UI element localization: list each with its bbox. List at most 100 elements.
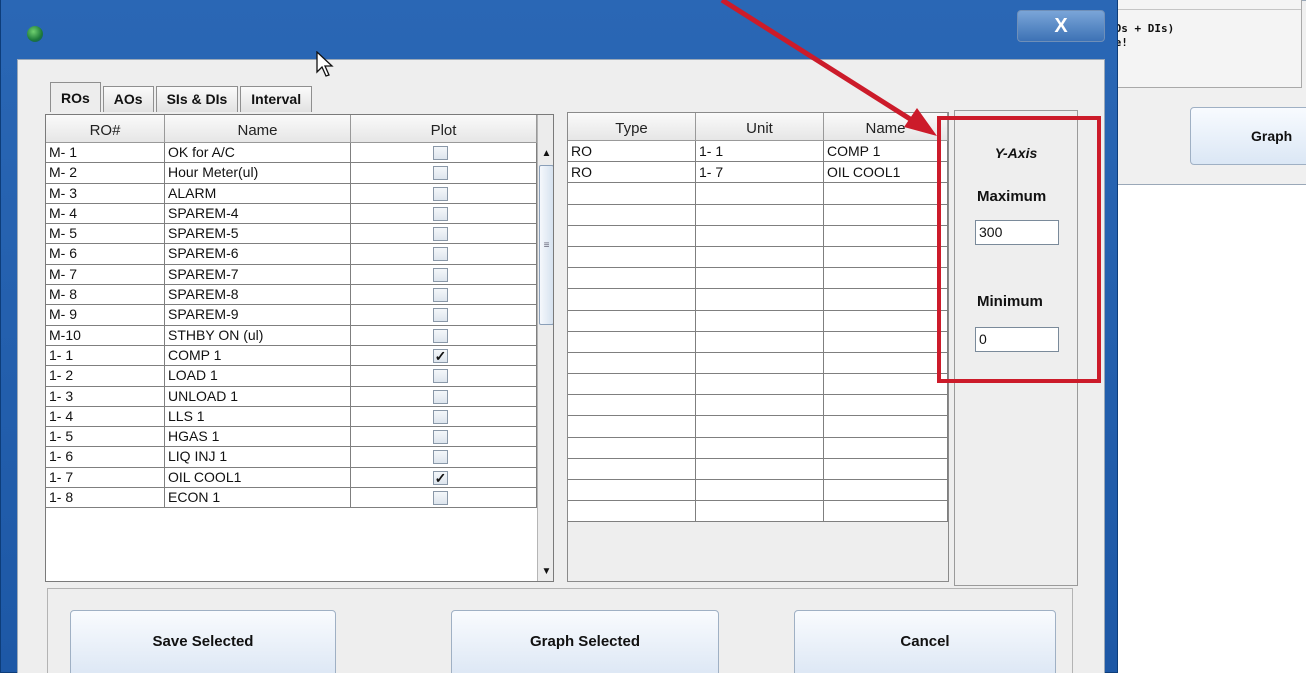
plot-checkbox[interactable] — [433, 308, 448, 323]
table-row[interactable] — [568, 416, 948, 438]
type-cell — [568, 310, 696, 331]
plot-checkbox[interactable] — [433, 491, 448, 506]
ro-number-cell: M- 5 — [46, 224, 165, 244]
type-cell — [568, 246, 696, 268]
type-cell: RO — [568, 162, 696, 183]
table-row[interactable]: 1- 8 ECON 1 — [46, 488, 537, 509]
plot-checkbox[interactable] — [433, 186, 448, 201]
scroll-thumb[interactable]: ≡ — [539, 165, 553, 325]
column-header-name[interactable]: Name — [165, 115, 351, 142]
table-row[interactable]: M- 6 SPAREM-6 — [46, 244, 537, 265]
ro-name-cell: HGAS 1 — [165, 427, 351, 447]
table-row[interactable]: RO 1- 1 COMP 1 — [568, 141, 948, 163]
type-cell — [568, 225, 696, 246]
plot-checkbox[interactable] — [433, 328, 448, 343]
table-row[interactable] — [568, 225, 948, 247]
table-row[interactable] — [568, 458, 948, 480]
plot-checkbox[interactable] — [433, 369, 448, 384]
ro-name-cell: LIQ INJ 1 — [165, 447, 351, 467]
background-graph-button[interactable]: Graph — [1190, 107, 1306, 165]
scroll-down-arrow-icon[interactable]: ▼ — [538, 563, 553, 581]
table-row[interactable] — [568, 501, 948, 523]
unit-cell — [696, 183, 824, 204]
table-row[interactable]: 1- 4 LLS 1 — [46, 406, 537, 428]
column-header-plot[interactable]: Plot — [351, 115, 537, 142]
table-row[interactable] — [568, 204, 948, 226]
table-row[interactable] — [568, 268, 948, 290]
plot-checkbox[interactable] — [433, 288, 448, 303]
table-row[interactable] — [568, 395, 948, 417]
unit-cell — [696, 501, 824, 522]
table-row[interactable] — [568, 183, 948, 205]
tab-aos[interactable]: AOs — [102, 86, 154, 112]
graph-selected-button[interactable]: Graph Selected — [451, 610, 719, 673]
ro-table-scrollbar[interactable]: ▲ ≡ ▼ — [537, 115, 553, 581]
close-button[interactable]: X — [1017, 10, 1105, 42]
table-row[interactable]: 1- 6 LIQ INJ 1 — [46, 447, 537, 468]
table-row[interactable]: 1- 3 UNLOAD 1 — [46, 386, 537, 407]
table-row[interactable]: M- 8 SPAREM-8 — [46, 285, 537, 306]
plot-checkbox[interactable] — [433, 389, 448, 404]
y-max-input[interactable]: 300 — [975, 220, 1059, 245]
plot-cell: ✓ — [351, 467, 537, 488]
table-row[interactable]: 1- 5 HGAS 1 — [46, 427, 537, 448]
plot-checkbox[interactable] — [433, 166, 448, 181]
table-row[interactable]: M- 4 SPAREM-4 — [46, 203, 537, 225]
type-cell — [568, 395, 696, 416]
plot-checkbox[interactable] — [433, 247, 448, 262]
plot-cell — [351, 325, 537, 345]
table-row[interactable] — [568, 289, 948, 311]
table-row[interactable]: RO 1- 7 OIL COOL1 — [568, 162, 948, 184]
plot-cell — [351, 183, 537, 203]
ro-number-cell: M- 6 — [46, 244, 165, 264]
unit-cell — [696, 331, 824, 352]
plot-checkbox[interactable] — [433, 409, 448, 424]
type-cell — [568, 501, 696, 522]
y-min-input[interactable]: 0 — [975, 327, 1059, 352]
table-row[interactable]: M-10 STHBY ON (ul) — [46, 325, 537, 346]
plot-checkbox[interactable] — [433, 450, 448, 465]
table-row[interactable]: M- 1 OK for A/C — [46, 143, 537, 164]
table-row[interactable]: 1- 1 COMP 1 ✓ — [46, 345, 537, 367]
tab-ros[interactable]: ROs — [50, 82, 101, 112]
save-selected-button[interactable]: Save Selected — [70, 610, 336, 673]
selected-items-table: Type Unit Name RO 1- 1 COMP 1 RO 1- 7 OIL COO… — [567, 112, 949, 582]
tab-bar: ROs AOs SIs & DIs Interval — [50, 82, 314, 112]
ro-table-header: RO# Name Plot — [46, 115, 537, 143]
table-row[interactable] — [568, 374, 948, 396]
table-row[interactable] — [568, 437, 948, 459]
plot-checkbox[interactable] — [433, 146, 448, 160]
table-row[interactable]: M- 3 ALARM — [46, 183, 537, 204]
plot-checkbox[interactable]: ✓ — [433, 348, 448, 363]
column-header-ro[interactable]: RO# — [46, 115, 165, 142]
ro-number-cell: M- 9 — [46, 305, 165, 325]
table-row[interactable]: 1- 7 OIL COOL1 ✓ — [46, 467, 537, 489]
cancel-button[interactable]: Cancel — [794, 610, 1056, 673]
plot-cell — [351, 406, 537, 427]
type-cell — [568, 416, 696, 437]
plot-checkbox[interactable]: ✓ — [433, 470, 448, 485]
table-row[interactable] — [568, 480, 948, 502]
plot-checkbox[interactable] — [433, 206, 448, 221]
table-row[interactable]: M- 9 SPAREM-9 — [46, 305, 537, 326]
table-row[interactable]: M- 7 SPAREM-7 — [46, 264, 537, 286]
plot-checkbox[interactable] — [433, 267, 448, 282]
plot-checkbox[interactable] — [433, 227, 448, 242]
plot-checkbox[interactable] — [433, 430, 448, 445]
name-cell — [824, 395, 948, 416]
tab-sis-dis[interactable]: SIs & DIs — [155, 86, 239, 112]
column-header-unit[interactable]: Unit — [696, 113, 824, 140]
table-row[interactable] — [568, 352, 948, 375]
table-row[interactable]: M- 2 Hour Meter(ul) — [46, 163, 537, 184]
table-row[interactable] — [568, 246, 948, 269]
column-header-selected-name[interactable]: Name — [824, 113, 948, 140]
table-row[interactable]: 1- 2 LOAD 1 — [46, 366, 537, 387]
scroll-up-arrow-icon[interactable]: ▲ — [538, 145, 553, 163]
table-row[interactable] — [568, 331, 948, 353]
table-row[interactable]: M- 5 SPAREM-5 — [46, 224, 537, 245]
ro-table-body: M- 1 OK for A/C M- 2 Hour Meter(ul) M- 3 ALAR… — [46, 143, 537, 509]
column-header-type[interactable]: Type — [568, 113, 696, 140]
table-row[interactable] — [568, 310, 948, 332]
y-axis-panel: Y-Axis Maximum 300 Minimum 0 — [954, 110, 1078, 586]
tab-interval[interactable]: Interval — [240, 86, 313, 112]
